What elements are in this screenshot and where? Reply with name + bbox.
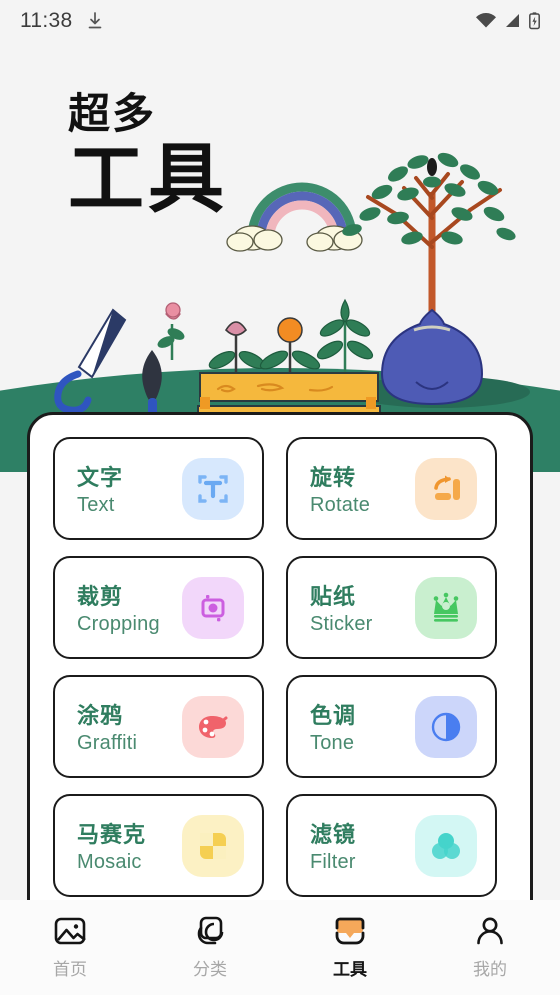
nav-label-category: 分类 [193, 960, 227, 980]
tool-label-cn: 马赛克 [77, 823, 147, 848]
nav-item-category[interactable]: 分类 [140, 914, 280, 980]
tool-card-graffiti[interactable]: 涂鸦 Graffiti [53, 675, 264, 778]
status-bar: 11:38 [0, 0, 560, 42]
tool-card-labels: 色调 Tone [310, 698, 356, 755]
battery-icon [529, 12, 540, 30]
cellular-signal-icon [506, 14, 519, 27]
nav-label-home: 首页 [53, 960, 87, 980]
tool-label-en: Sticker [310, 613, 373, 635]
crown-sticker-icon [415, 576, 477, 639]
tool-label-cn: 色调 [310, 704, 357, 729]
status-time: 11:38 [20, 9, 73, 32]
tool-label-cn: 涂鸦 [77, 704, 124, 729]
person-icon [477, 917, 503, 945]
tool-card-mosaic[interactable]: 马赛克 Mosaic [53, 794, 264, 897]
tool-label-cn: 旋转 [310, 466, 357, 491]
crop-tool-icon [182, 576, 244, 639]
tools-grid: 文字 Text 旋转 Rotate 裁剪 Cropping 贴纸 Sticker… [30, 415, 530, 897]
tool-card-sticker[interactable]: 贴纸 Sticker [286, 556, 497, 659]
tool-label-cn: 裁剪 [77, 585, 124, 610]
hero-main-title: 工具 [68, 134, 228, 223]
status-bar-left: 11:38 [20, 9, 103, 33]
tool-card-text[interactable]: 文字 Text [53, 437, 264, 540]
tool-card-labels: 滤镜 Filter [310, 817, 356, 874]
tool-label-en: Text [77, 494, 115, 516]
cloud-icon [226, 225, 363, 252]
hero-illustration: 超多 工具 [0, 42, 560, 472]
hero-subtitle: 超多 [68, 89, 157, 138]
tool-label-en: Graffiti [77, 732, 138, 754]
tool-label-en: Cropping [77, 613, 160, 635]
tool-card-tone[interactable]: 色调 Tone [286, 675, 497, 778]
image-icon [54, 917, 86, 945]
tool-card-rotate[interactable]: 旋转 Rotate [286, 437, 497, 540]
tool-label-cn: 文字 [77, 466, 124, 491]
toolbox-icon [335, 917, 365, 945]
rotate-tool-icon [415, 457, 477, 520]
tool-label-cn: 滤镜 [310, 823, 357, 848]
status-bar-right [475, 12, 540, 30]
filter-tool-icon [415, 814, 477, 877]
page-title: 超多 工具 [68, 80, 228, 219]
nav-label-tools: 工具 [333, 960, 367, 980]
mosaic-tool-icon [182, 814, 244, 877]
tool-label-en: Filter [310, 851, 356, 873]
tree-sapling-icon [342, 152, 516, 406]
tool-label-en: Tone [310, 732, 355, 754]
wifi-icon [476, 13, 496, 28]
layers-icon [197, 916, 224, 945]
nav-item-tools[interactable]: 工具 [280, 914, 420, 980]
contrast-tool-icon [415, 695, 477, 758]
bottom-navigation: 首页 分类 工具 我的 [0, 900, 560, 995]
app-screen: 11:38 超多 工具 文字 Text 旋转 Rotate 裁剪 Croppin… [0, 0, 560, 995]
nav-item-home[interactable]: 首页 [0, 914, 140, 980]
nav-item-profile[interactable]: 我的 [420, 914, 560, 980]
tools-panel: 文字 Text 旋转 Rotate 裁剪 Cropping 贴纸 Sticker… [27, 412, 533, 932]
tool-card-labels: 文字 Text [77, 460, 123, 517]
download-icon [88, 12, 101, 29]
tool-card-cropping[interactable]: 裁剪 Cropping [53, 556, 264, 659]
tool-card-filter[interactable]: 滤镜 Filter [286, 794, 497, 897]
tool-card-labels: 旋转 Rotate [310, 460, 370, 517]
tool-label-en: Mosaic [77, 851, 142, 873]
nav-label-profile: 我的 [473, 960, 507, 980]
tool-card-labels: 贴纸 Sticker [310, 579, 373, 636]
tool-card-labels: 马赛克 Mosaic [77, 817, 146, 874]
tool-card-labels: 裁剪 Cropping [77, 579, 160, 636]
flower-icon [157, 302, 185, 360]
tool-card-labels: 涂鸦 Graffiti [77, 698, 137, 755]
palette-tool-icon [182, 695, 244, 758]
tool-label-en: Rotate [310, 494, 371, 516]
tool-label-cn: 贴纸 [310, 585, 357, 610]
text-tool-icon [182, 457, 244, 520]
